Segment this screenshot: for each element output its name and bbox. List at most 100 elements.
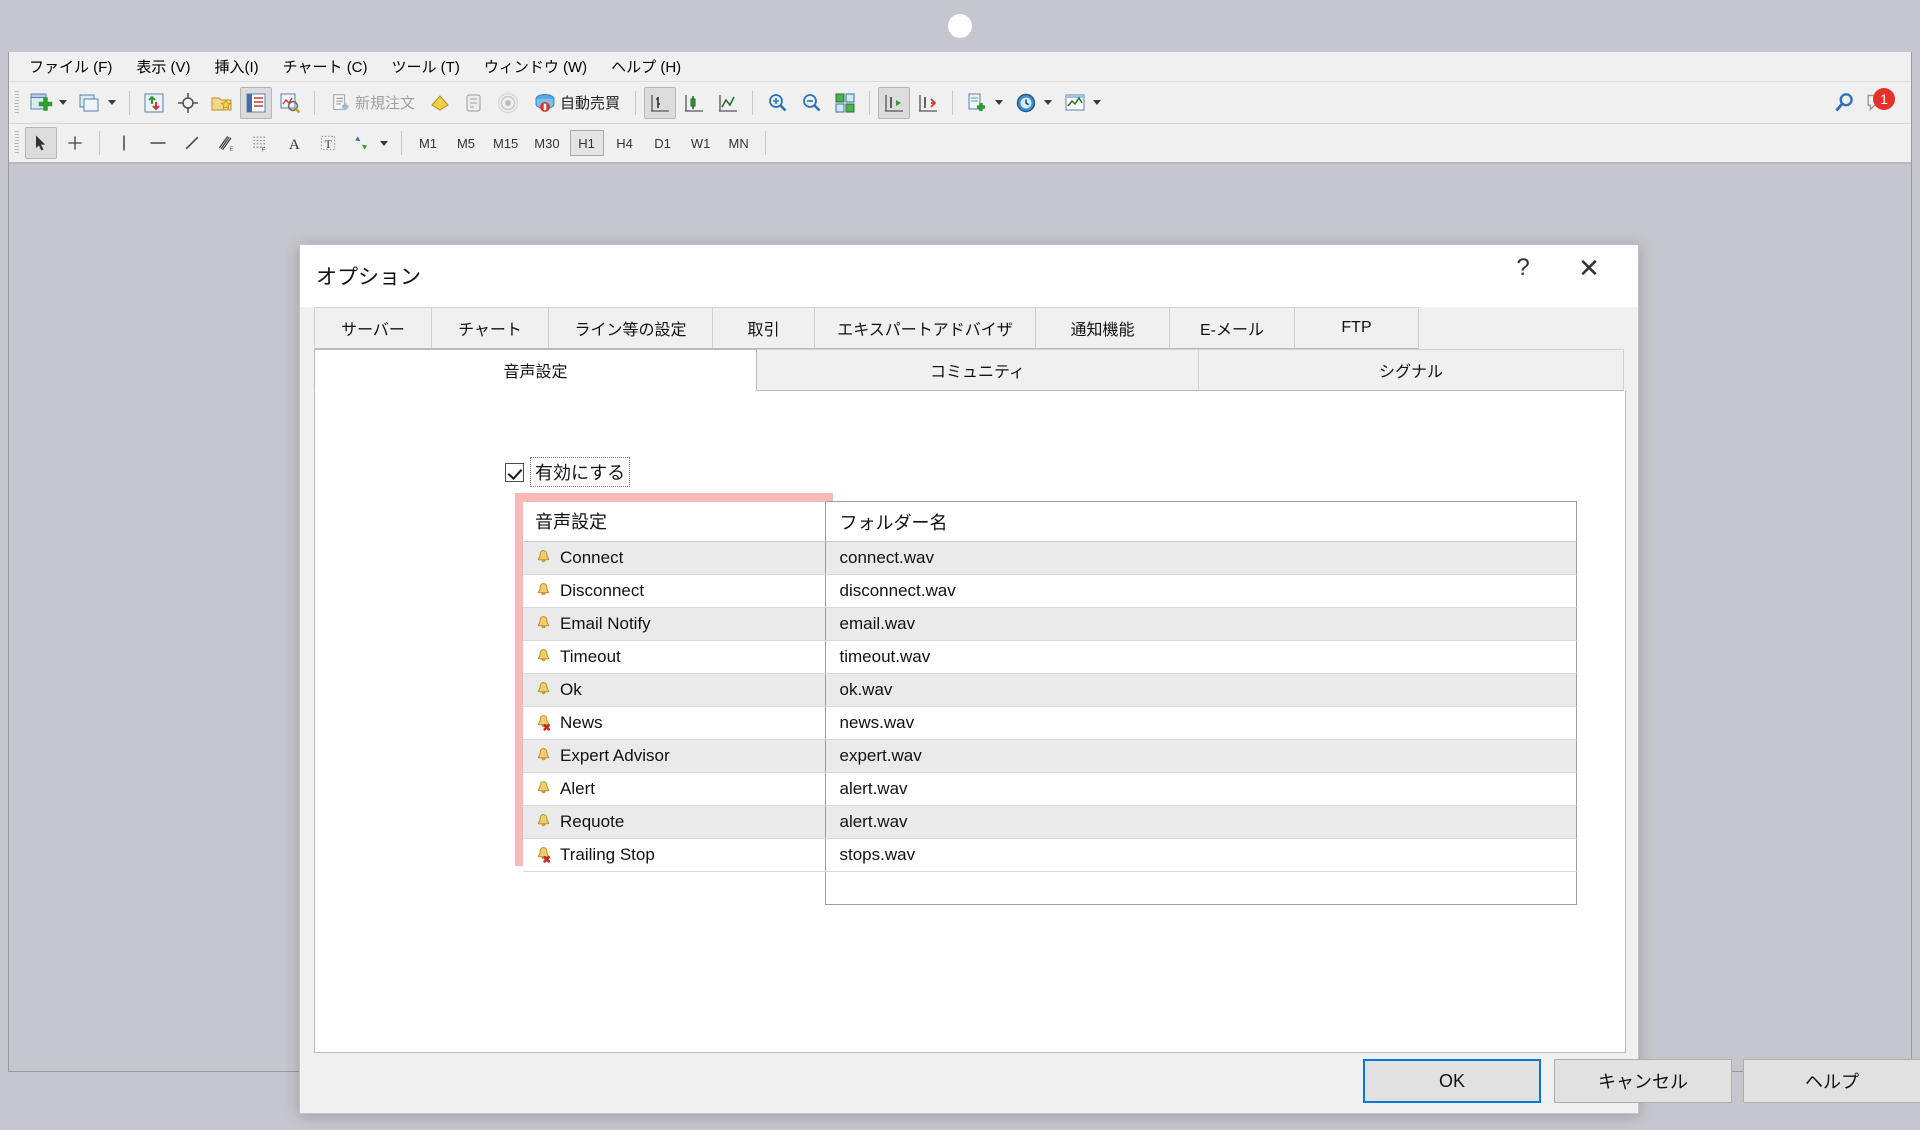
cell-file[interactable]: disconnect.wav (824, 574, 1577, 608)
auto-scroll-icon[interactable] (878, 86, 911, 119)
cell-file[interactable]: alert.wav (824, 805, 1577, 839)
table-row[interactable]: Disconnect disconnect.wav (523, 574, 1577, 608)
autotrading-button[interactable]: 自動売買 (526, 87, 627, 119)
column-header-file[interactable]: フォルダー名 (824, 501, 1577, 542)
chart-tile-icon[interactable] (74, 87, 106, 119)
timeframe-mn[interactable]: MN (722, 130, 756, 156)
text-box-icon[interactable]: T (312, 127, 344, 159)
new-chart-icon[interactable] (25, 87, 57, 119)
navigator-icon[interactable] (206, 87, 238, 119)
timeframe-m15[interactable]: M15 (487, 130, 524, 156)
cell-event[interactable]: Connect (523, 541, 825, 575)
notifications-icon[interactable]: 1 (1862, 87, 1895, 119)
period-dropdown-icon[interactable] (1044, 100, 1053, 105)
cell-file[interactable]: stops.wav (824, 838, 1577, 872)
signals-icon[interactable] (492, 87, 524, 119)
table-row[interactable]: Trailing Stop stops.wav (523, 838, 1577, 872)
tab-trade[interactable]: 取引 (712, 307, 815, 349)
cell-file[interactable]: email.wav (824, 607, 1577, 641)
menu-insert[interactable]: 挿入(I) (205, 53, 269, 80)
fibonacci-icon[interactable]: F (244, 127, 276, 159)
timeframe-m30[interactable]: M30 (528, 130, 565, 156)
close-icon[interactable]: ✕ (1562, 245, 1616, 291)
help-icon[interactable]: ? (1496, 245, 1550, 291)
tab-charts[interactable]: チャート (431, 307, 549, 349)
cell-file[interactable]: news.wav (824, 706, 1577, 740)
tab-objects[interactable]: ライン等の設定 (548, 307, 713, 349)
menu-file[interactable]: ファイル (F) (19, 53, 122, 80)
cell-event[interactable]: Timeout (523, 640, 825, 674)
equidistant-channel-icon[interactable]: E (210, 127, 242, 159)
table-row[interactable]: Timeout timeout.wav (523, 640, 1577, 674)
cell-event[interactable]: Requote (523, 805, 825, 839)
cell-file[interactable]: connect.wav (824, 541, 1577, 575)
table-row[interactable]: Ok ok.wav (523, 673, 1577, 707)
cell-file[interactable]: expert.wav (824, 739, 1577, 773)
indicators-icon[interactable] (961, 87, 993, 119)
line-chart-icon[interactable] (712, 87, 744, 119)
candlestick-chart-icon[interactable] (678, 87, 710, 119)
metaeditor-icon[interactable] (424, 87, 456, 119)
column-header-event[interactable]: 音声設定 (523, 501, 825, 542)
cell-event[interactable]: Expert Advisor (523, 739, 825, 773)
table-row[interactable]: Alert alert.wav (523, 772, 1577, 806)
timeframe-m1[interactable]: M1 (411, 130, 445, 156)
tab-ftp[interactable]: FTP (1294, 307, 1419, 349)
table-row[interactable]: Email Notify email.wav (523, 607, 1577, 641)
chart-tile-dropdown-icon[interactable] (108, 100, 116, 105)
trendline-icon[interactable] (176, 127, 208, 159)
table-row[interactable]: Expert Advisor expert.wav (523, 739, 1577, 773)
cell-event[interactable]: Ok (523, 673, 825, 707)
arrows-icon[interactable] (346, 127, 378, 159)
help-button[interactable]: ヘルプ (1743, 1059, 1920, 1103)
cell-event[interactable]: Trailing Stop (523, 838, 825, 872)
cell-file[interactable]: ok.wav (824, 673, 1577, 707)
indicators-dropdown-icon[interactable] (995, 100, 1004, 105)
algo-book-icon[interactable] (458, 87, 490, 119)
timeframe-d1[interactable]: D1 (646, 130, 680, 156)
cell-event[interactable]: News (523, 706, 825, 740)
sound-events-table[interactable]: 音声設定 フォルダー名 Connect connect.wav Disconnect… (523, 501, 1577, 905)
tab-server[interactable]: サーバー (314, 307, 432, 349)
strategy-tester-icon[interactable] (274, 87, 306, 119)
vertical-line-icon[interactable] (108, 127, 140, 159)
menu-tools[interactable]: ツール (T) (382, 53, 470, 80)
table-row[interactable]: Requote alert.wav (523, 805, 1577, 839)
timeframe-h4[interactable]: H4 (608, 130, 642, 156)
new-order-button[interactable]: 新規注文 (323, 87, 422, 119)
toolbar-grip[interactable] (15, 131, 19, 155)
tab-signals[interactable]: シグナル (1198, 349, 1624, 391)
cancel-button[interactable]: キャンセル (1554, 1059, 1732, 1103)
menu-window[interactable]: ウィンドウ (W) (474, 53, 597, 80)
tab-email[interactable]: E‐メール (1169, 307, 1295, 349)
tab-community[interactable]: コミュニティ (756, 349, 1199, 391)
enable-events-checkbox[interactable]: 有効にする (505, 457, 631, 487)
chart-shift-icon[interactable] (912, 87, 944, 119)
toolbar-grip[interactable] (15, 90, 19, 115)
templates-icon[interactable] (1059, 87, 1091, 119)
table-row[interactable]: News news.wav (523, 706, 1577, 740)
cell-event[interactable]: Alert (523, 772, 825, 806)
horizontal-line-icon[interactable] (142, 127, 174, 159)
tab-events[interactable]: 音声設定 (314, 349, 757, 391)
text-label-icon[interactable]: A (278, 127, 310, 159)
cell-event[interactable]: Disconnect (523, 574, 825, 608)
market-watch-icon[interactable] (138, 87, 170, 119)
search-icon[interactable] (1828, 87, 1860, 119)
timeframe-w1[interactable]: W1 (684, 130, 718, 156)
terminal-icon[interactable] (240, 86, 272, 119)
tab-expert-advisors[interactable]: エキスパートアドバイザ (814, 307, 1036, 349)
cursor-icon[interactable] (25, 127, 57, 159)
templates-dropdown-icon[interactable] (1093, 100, 1102, 105)
zoom-in-icon[interactable] (761, 87, 793, 119)
crosshair-icon[interactable] (59, 127, 91, 159)
cell-file[interactable]: timeout.wav (824, 640, 1577, 674)
data-window-icon[interactable] (172, 87, 204, 119)
period-clock-icon[interactable] (1010, 87, 1042, 119)
checkbox-box[interactable] (505, 462, 524, 482)
menu-view[interactable]: 表示 (V) (126, 53, 200, 80)
timeframe-h1[interactable]: H1 (569, 130, 604, 156)
arrows-dropdown-icon[interactable] (380, 140, 388, 146)
zoom-out-icon[interactable] (795, 87, 827, 119)
new-chart-dropdown-icon[interactable] (59, 100, 67, 105)
